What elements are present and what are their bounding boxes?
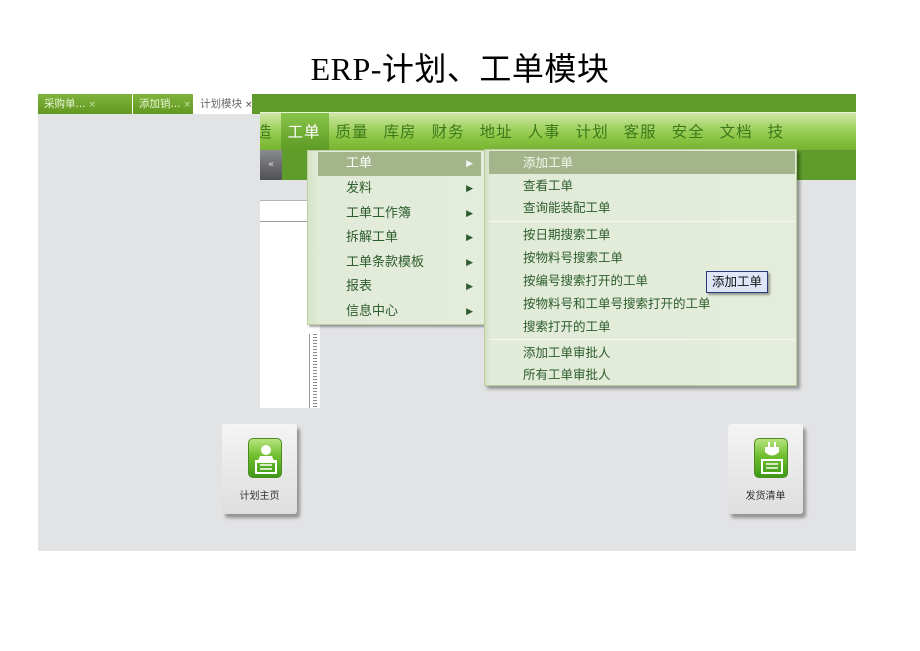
nav-item-warehouse[interactable]: 库房 — [377, 113, 425, 150]
tab-strip: 采购单... × 添加销... × 计划模块 × — [38, 93, 856, 114]
submenu-item-all-approvers[interactable]: 所有工单审批人 — [489, 363, 795, 386]
shortcut-plan-home[interactable]: 计划主页 — [222, 424, 297, 514]
submenu-item-search-by-date[interactable]: 按日期搜索工单 — [489, 223, 795, 246]
menu-item-label: 发料 — [346, 181, 373, 196]
menu-item-label: 工单 — [346, 156, 373, 171]
nav-item-quality[interactable]: 质量 — [329, 113, 377, 150]
nav-item-plan[interactable]: 计划 — [569, 113, 617, 150]
close-icon[interactable]: × — [184, 100, 192, 110]
submenu-item-add-approver[interactable]: 添加工单审批人 — [489, 341, 795, 364]
collapse-sidebar-button[interactable]: « — [260, 150, 282, 180]
submenu-item-add-work-order[interactable]: 添加工单 — [489, 151, 795, 174]
submenu-arrow-icon: ▶ — [466, 258, 473, 268]
submenu-arrow-icon: ▶ — [466, 209, 473, 219]
menu-item-label: 工单工作簿 — [346, 206, 412, 221]
person-id-card-icon — [248, 438, 282, 478]
submenu-item-query-assemblable[interactable]: 查询能装配工单 — [489, 196, 795, 219]
close-icon[interactable]: × — [89, 100, 97, 110]
tab-purchase-order[interactable]: 采购单... × — [38, 94, 132, 114]
tab-strip-fill — [252, 94, 856, 114]
panel-border — [309, 334, 310, 408]
nav-item-technology[interactable]: 技 — [761, 113, 793, 150]
tab-add-sales[interactable]: 添加销... × — [133, 94, 193, 114]
submenu-item-view-work-order[interactable]: 查看工单 — [489, 174, 795, 197]
submenu-arrow-icon: ▶ — [466, 159, 473, 169]
menu-item-disassemble[interactable]: 拆解工单 ▶ — [318, 226, 481, 250]
nav-item-address[interactable]: 地址 — [473, 113, 521, 150]
shortcut-label: 发货清单 — [745, 491, 786, 502]
submenu-item-search-by-material[interactable]: 按物料号搜索工单 — [489, 246, 795, 269]
nav-item-manufacture[interactable]: 造 — [260, 113, 281, 150]
menu-item-workbook[interactable]: 工单工作簿 ▶ — [318, 202, 481, 226]
menu-separator — [489, 339, 795, 340]
menu-item-label: 工单条款模板 — [346, 255, 425, 270]
nav-item-documents[interactable]: 文档 — [713, 113, 761, 150]
nav-item-hr[interactable]: 人事 — [521, 113, 569, 150]
menu-item-work-order[interactable]: 工单 ▶ — [318, 152, 481, 176]
menu-item-label: 拆解工单 — [346, 230, 399, 245]
submenu-item-search-open-by-material-and-number[interactable]: 按物料号和工单号搜索打开的工单 — [489, 292, 795, 315]
tab-label: 添加销... — [139, 98, 181, 110]
nav-item-customer-service[interactable]: 客服 — [617, 113, 665, 150]
menu-item-reports[interactable]: 报表 ▶ — [318, 275, 481, 299]
shortcut-delivery-list[interactable]: 发货清单 — [728, 424, 803, 514]
menu-item-label: 信息中心 — [346, 304, 399, 319]
submenu-arrow-icon: ▶ — [466, 233, 473, 243]
menu-item-label: 报表 — [346, 279, 373, 294]
tab-label: 采购单... — [44, 98, 86, 110]
document-title: ERP-计划、工单模块 — [310, 51, 610, 87]
menu-item-material-issue[interactable]: 发料 ▶ — [318, 177, 481, 201]
menu-item-terms-template[interactable]: 工单条款模板 ▶ — [318, 251, 481, 275]
tooltip: 添加工单 — [706, 271, 769, 293]
submenu-item-search-open[interactable]: 搜索打开的工单 — [489, 315, 795, 338]
top-navigation: 造工单质量库房财务地址人事计划客服安全文档技 — [260, 112, 856, 150]
menu-item-info-center[interactable]: 信息中心 ▶ — [318, 300, 481, 324]
shortcut-label: 计划主页 — [239, 491, 280, 502]
plug-id-card-icon — [754, 438, 788, 478]
nav-item-finance[interactable]: 财务 — [425, 113, 473, 150]
nav-item-work-order[interactable]: 工单 — [280, 113, 329, 150]
tab-plan-module[interactable]: 计划模块 × — [194, 94, 253, 114]
work-order-submenu: 添加工单 查看工单 查询能装配工单 按日期搜索工单 按物料号搜索工单 按编号搜索… — [484, 149, 797, 386]
erp-app-window: 采购单...× 添加销...× 计划模块× 造工单质量库房财务地址人事计划客服安… — [38, 93, 856, 551]
submenu-arrow-icon: ▶ — [466, 282, 473, 292]
menu-separator — [489, 221, 795, 222]
work-order-dropdown-menu: 工单 ▶ 发料 ▶ 工单工作簿 ▶ 拆解工单 ▶ 工单条款模板 ▶ 报表 ▶ 信… — [307, 150, 485, 325]
nav-item-safety[interactable]: 安全 — [665, 113, 713, 150]
tab-label: 计划模块 — [200, 98, 242, 110]
panel-resize-handle[interactable] — [313, 334, 317, 408]
submenu-arrow-icon: ▶ — [466, 184, 473, 194]
submenu-arrow-icon: ▶ — [466, 307, 473, 317]
